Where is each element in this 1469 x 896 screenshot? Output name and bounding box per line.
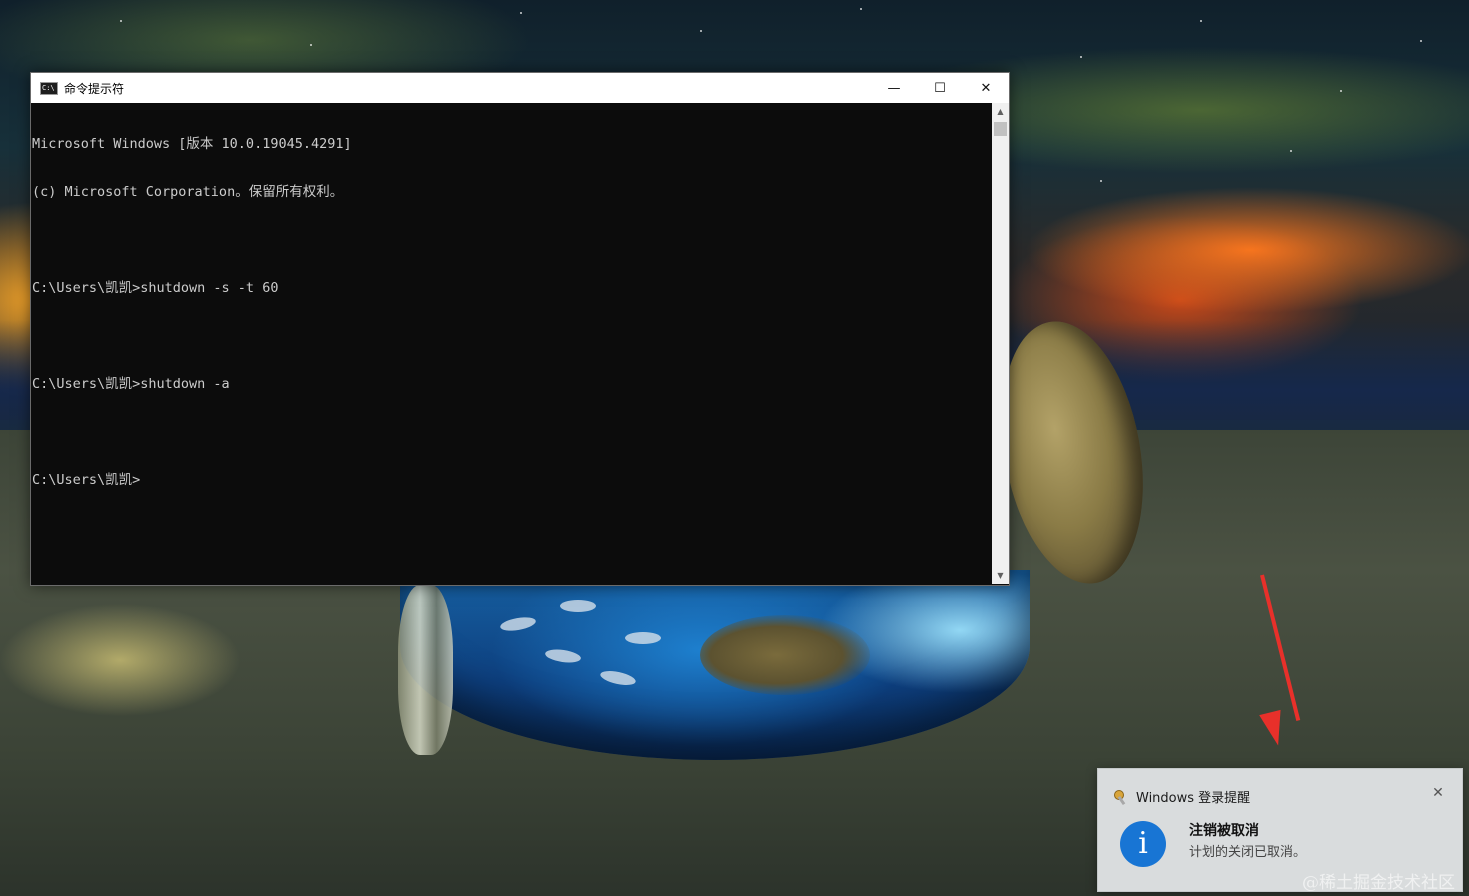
star: [1420, 40, 1422, 42]
star: [1290, 150, 1292, 152]
console-prompt-line[interactable]: C:\Users\凯凯>: [32, 472, 992, 488]
toast-message: 计划的关闭已取消。: [1189, 845, 1307, 860]
info-icon: i: [1120, 821, 1166, 867]
star: [1340, 90, 1342, 92]
watermark-text: @稀土掘金技术社区: [1302, 873, 1455, 893]
close-button[interactable]: ✕: [963, 73, 1009, 103]
console-line: (c) Microsoft Corporation。保留所有权利。: [32, 184, 344, 200]
info-icon-glyph: i: [1138, 826, 1148, 861]
toast-header: Windows 登录提醒: [1112, 787, 1250, 806]
scroll-up-button[interactable]: ▲: [992, 103, 1009, 120]
star: [520, 12, 522, 14]
console-line: C:\Users\凯凯>shutdown -a: [32, 376, 230, 392]
star: [1080, 56, 1082, 58]
window-controls: — ☐ ✕: [871, 73, 1009, 103]
star: [1100, 180, 1102, 182]
scroll-down-button[interactable]: ▼: [992, 567, 1009, 584]
console-line: C:\Users\凯凯>shutdown -s -t 60: [32, 280, 279, 296]
command-prompt-window[interactable]: C:\ 命令提示符 — ☐ ✕ Microsoft Windows [版本 10…: [30, 72, 1010, 586]
jar-rim-image: [398, 585, 453, 755]
toast-title: 注销被取消: [1189, 823, 1259, 839]
key-icon: [1112, 789, 1128, 805]
console-output[interactable]: Microsoft Windows [版本 10.0.19045.4291] (…: [31, 103, 992, 584]
fish-image: [625, 632, 661, 644]
chevron-down-icon: ▼: [997, 571, 1004, 580]
maximize-icon: ☐: [934, 80, 946, 96]
chevron-up-icon: ▲: [997, 107, 1004, 116]
maximize-button[interactable]: ☐: [917, 73, 963, 103]
star: [120, 20, 122, 22]
toast-close-button[interactable]: ✕: [1430, 785, 1446, 801]
cmd-app-icon[interactable]: C:\: [40, 81, 58, 95]
star: [860, 8, 862, 10]
scrollbar-thumb[interactable]: [994, 122, 1007, 136]
minimize-icon: —: [887, 80, 901, 96]
console-line: Microsoft Windows [版本 10.0.19045.4291]: [32, 136, 352, 152]
close-icon: ✕: [1432, 785, 1444, 801]
fish-image: [560, 600, 596, 612]
minimize-button[interactable]: —: [871, 73, 917, 103]
toast-app-name: Windows 登录提醒: [1136, 791, 1251, 806]
window-title: 命令提示符: [64, 81, 125, 96]
star: [700, 30, 702, 32]
crab-image: [0, 590, 270, 730]
close-icon: ✕: [980, 80, 992, 96]
star: [310, 44, 312, 46]
sea-turtle-image: [700, 615, 870, 695]
star: [1200, 20, 1202, 22]
vertical-scrollbar[interactable]: ▲ ▼: [992, 103, 1009, 584]
title-bar[interactable]: C:\ 命令提示符 — ☐ ✕: [31, 73, 1009, 103]
